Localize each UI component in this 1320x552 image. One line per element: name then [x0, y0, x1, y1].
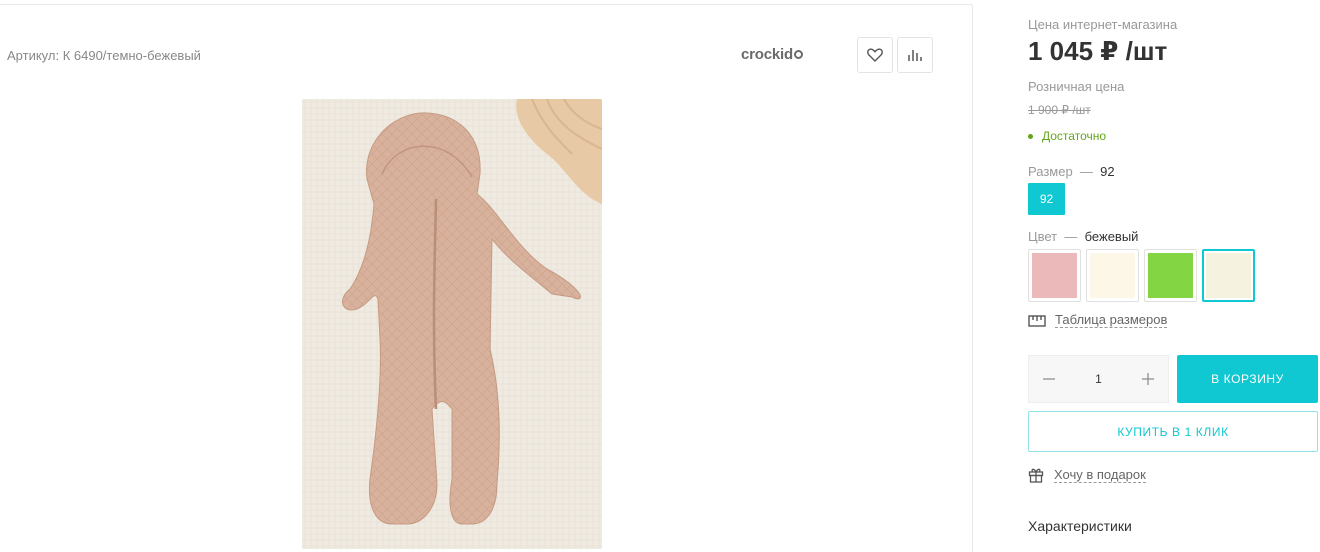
product-image[interactable] — [302, 99, 602, 549]
decrease-quantity-button[interactable] — [1041, 371, 1057, 387]
compare-bars-icon — [908, 50, 922, 61]
plus-icon — [1142, 373, 1154, 385]
color-label-text: Цвет — [1028, 229, 1058, 244]
color-selected: бежевый — [1084, 229, 1139, 244]
brand-name: crockid — [741, 46, 793, 63]
buy-one-click-button[interactable]: КУПИТЬ В 1 КЛИК — [1028, 411, 1318, 452]
color-label-dash: — — [1064, 229, 1078, 244]
retail-price: 1 900 ₽ /шт — [1028, 103, 1091, 117]
minus-icon — [1043, 378, 1055, 380]
price: 1 045 ₽ /шт — [1028, 36, 1168, 66]
color-swatch-pink[interactable] — [1028, 249, 1081, 302]
quantity-value[interactable]: 1 — [1095, 372, 1102, 386]
color-swatch-beige[interactable] — [1202, 249, 1255, 302]
brand-logo-mark — [793, 50, 803, 59]
size-label: Размер — 92 — [1028, 164, 1115, 179]
stock-dot-icon — [1028, 133, 1033, 139]
ruler-icon — [1028, 314, 1046, 327]
gift-icon — [1028, 468, 1044, 483]
size-table-label: Таблица размеров — [1055, 312, 1168, 328]
price-label: Цена интернет-магазина — [1028, 17, 1178, 32]
stock-status: Достаточно — [1028, 129, 1106, 143]
add-to-cart-button[interactable]: В КОРЗИНУ — [1177, 355, 1318, 403]
color-label: Цвет — бежевый — [1028, 229, 1138, 244]
quantity-stepper: 1 — [1028, 355, 1169, 403]
gift-wish-label: Хочу в подарок — [1054, 466, 1146, 483]
specs-heading[interactable]: Характеристики — [1028, 518, 1132, 534]
article-number: Артикул: К 6490/темно-бежевый — [7, 48, 201, 63]
size-label-dash: — — [1079, 164, 1093, 179]
color-swatch-green[interactable] — [1144, 249, 1197, 302]
gift-wish-link[interactable]: Хочу в подарок — [1028, 467, 1146, 483]
stock-text: Достаточно — [1042, 129, 1107, 143]
size-option-92[interactable]: 92 — [1028, 183, 1065, 215]
size-label-text: Размер — [1028, 164, 1073, 179]
add-to-favorites-button[interactable] — [857, 37, 893, 73]
color-swatch-fill — [1148, 253, 1193, 298]
brand-logo[interactable]: crockid — [741, 46, 803, 63]
size-table-link[interactable]: Таблица размеров — [1028, 312, 1168, 328]
add-to-compare-button[interactable] — [897, 37, 933, 73]
color-swatch-cream[interactable] — [1086, 249, 1139, 302]
heart-icon — [867, 48, 883, 62]
size-selected: 92 — [1100, 164, 1115, 179]
retail-price-label: Розничная цена — [1028, 79, 1125, 94]
color-swatch-fill — [1090, 253, 1135, 298]
increase-quantity-button[interactable] — [1140, 371, 1156, 387]
color-swatch-fill — [1032, 253, 1077, 298]
color-swatch-fill — [1206, 253, 1251, 298]
